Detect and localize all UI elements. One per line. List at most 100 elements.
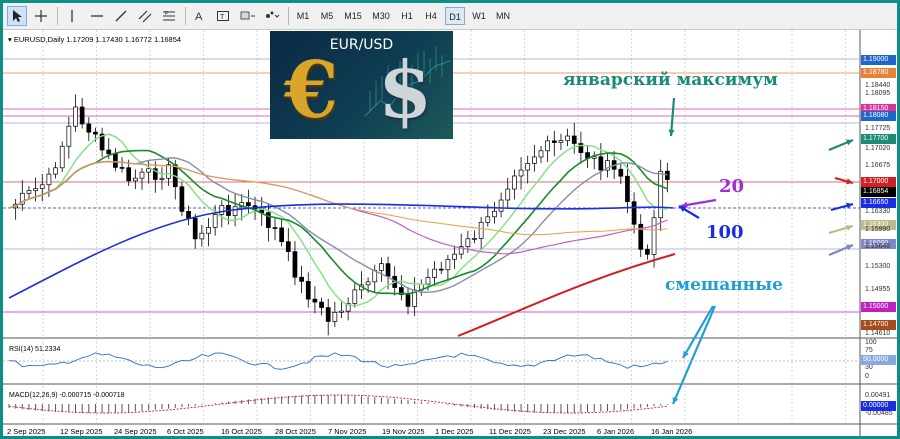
candle-body xyxy=(531,156,537,164)
annotation-ma20: 20 xyxy=(719,176,745,197)
candle-body xyxy=(452,253,457,260)
candle-body xyxy=(39,184,45,189)
price-label-1-14700: 1.14700 xyxy=(861,320,896,330)
price-tick: 1.17020 xyxy=(865,145,891,152)
candle-body xyxy=(498,199,504,212)
candle-body xyxy=(93,131,98,135)
candle-body xyxy=(86,123,92,133)
candle-body xyxy=(319,301,324,308)
date-label: 23 Dec 2025 xyxy=(543,427,586,436)
candle-body xyxy=(246,202,251,207)
timeframe-m5[interactable]: M5 xyxy=(317,7,337,25)
candle-body xyxy=(186,211,191,219)
svg-text:A: A xyxy=(195,11,203,23)
label-icon[interactable]: T xyxy=(213,6,233,26)
macd-current-label: 0.00000 xyxy=(861,401,896,411)
date-label: 1 Dec 2025 xyxy=(435,427,474,436)
euro-symbol: € xyxy=(284,45,339,136)
candle-body xyxy=(292,251,298,278)
shapes-icon[interactable] xyxy=(237,6,259,26)
rsi-level-100: 100 xyxy=(865,339,877,346)
toolbar: F A T M1 M5 M15 M30 H1 H4 D1 W1 MN xyxy=(3,3,897,30)
timeframe-m1[interactable]: M1 xyxy=(293,7,313,25)
annotation-ma100: 100 xyxy=(706,222,744,243)
candle-body xyxy=(512,175,517,190)
price-label-1-16854: 1.16854 xyxy=(861,187,896,197)
candle-body xyxy=(365,281,371,286)
price-tick: 1.18095 xyxy=(865,90,891,97)
annotation-january-max: январский максимум xyxy=(563,70,778,90)
candle-body xyxy=(465,238,471,248)
price-tick: 1.14610 xyxy=(865,330,891,337)
candle-body xyxy=(26,190,32,194)
candle-body xyxy=(139,171,145,179)
candle-body xyxy=(212,214,218,228)
candle-body xyxy=(179,186,185,212)
candle-body xyxy=(339,310,344,313)
candle-body xyxy=(545,140,551,152)
candle-body xyxy=(232,206,238,216)
price-tick: 1.17725 xyxy=(865,125,891,132)
candle-body xyxy=(625,175,630,203)
candle-body xyxy=(558,140,564,143)
candle-body xyxy=(598,156,604,171)
timeframe-m30[interactable]: M30 xyxy=(369,7,393,25)
crosshair-icon[interactable] xyxy=(31,6,51,26)
candle-body xyxy=(571,135,577,144)
terminal-window: F A T M1 M5 M15 M30 H1 H4 D1 W1 MN ▾ EURUSD,Dail… xyxy=(3,3,897,436)
candle-body xyxy=(46,173,52,186)
candle-body xyxy=(312,298,318,303)
candle-body xyxy=(631,201,637,225)
timeframe-h4[interactable]: H4 xyxy=(421,7,441,25)
candle-body xyxy=(285,241,291,252)
vertical-line-icon[interactable] xyxy=(63,6,81,26)
candle-body xyxy=(352,289,358,304)
candle-body xyxy=(379,263,384,271)
trendline-icon[interactable] xyxy=(111,6,131,26)
date-label: 19 Nov 2025 xyxy=(382,427,425,436)
candle-body xyxy=(565,135,570,141)
timeframe-m15[interactable]: M15 xyxy=(341,7,365,25)
channel-icon[interactable] xyxy=(135,6,155,26)
candle-body xyxy=(538,150,544,158)
candle-body xyxy=(192,217,198,240)
timeframe-h1[interactable]: H1 xyxy=(397,7,417,25)
price-tick: 1.16330 xyxy=(865,208,891,215)
candle-body xyxy=(525,163,531,171)
candle-body xyxy=(199,232,205,240)
fibonacci-icon[interactable]: F xyxy=(159,6,179,26)
candle-body xyxy=(478,221,484,239)
price-label-1-18780: 1.18780 xyxy=(861,68,896,78)
svg-text:T: T xyxy=(220,14,225,21)
candle-body xyxy=(113,153,118,168)
chart-area[interactable]: ▾ EURUSD,Daily 1.17209 1.17430 1.16772 1… xyxy=(3,30,897,436)
date-label: 6 Jan 2026 xyxy=(597,427,635,436)
text-icon[interactable]: A xyxy=(191,6,209,26)
horizontal-line-icon[interactable] xyxy=(87,6,107,26)
drawing-tools-dropdown-icon[interactable] xyxy=(261,6,283,26)
timeframe-d1[interactable]: D1 xyxy=(445,7,465,25)
rsi-current-label: 50.0000 xyxy=(861,355,896,365)
candle-body xyxy=(438,268,444,271)
date-label: 7 Nov 2025 xyxy=(328,427,367,436)
price-label-1-15000: 1.15000 xyxy=(861,302,896,312)
rsi-level-30: 30 xyxy=(865,364,873,371)
candle-body xyxy=(445,258,451,271)
timeframe-mn[interactable]: MN xyxy=(493,7,513,25)
cursor-icon[interactable] xyxy=(7,6,27,26)
timeframe-w1[interactable]: W1 xyxy=(469,7,489,25)
candle-body xyxy=(166,164,171,179)
date-label: 24 Sep 2025 xyxy=(114,427,157,436)
rsi-level-0: 0 xyxy=(865,373,869,380)
candle-body xyxy=(651,217,657,255)
candle-body xyxy=(658,170,664,219)
date-label: 2 Sep 2025 xyxy=(7,427,46,436)
date-label: 16 Oct 2025 xyxy=(221,427,262,436)
annotation-mixed: смешанные xyxy=(665,275,783,295)
candle-body xyxy=(126,167,132,182)
price-tick: 1.16675 xyxy=(865,162,891,169)
candle-body xyxy=(618,168,624,177)
candle-body xyxy=(272,227,278,229)
dollar-symbol: $ xyxy=(378,45,433,136)
candle-body xyxy=(53,167,58,175)
